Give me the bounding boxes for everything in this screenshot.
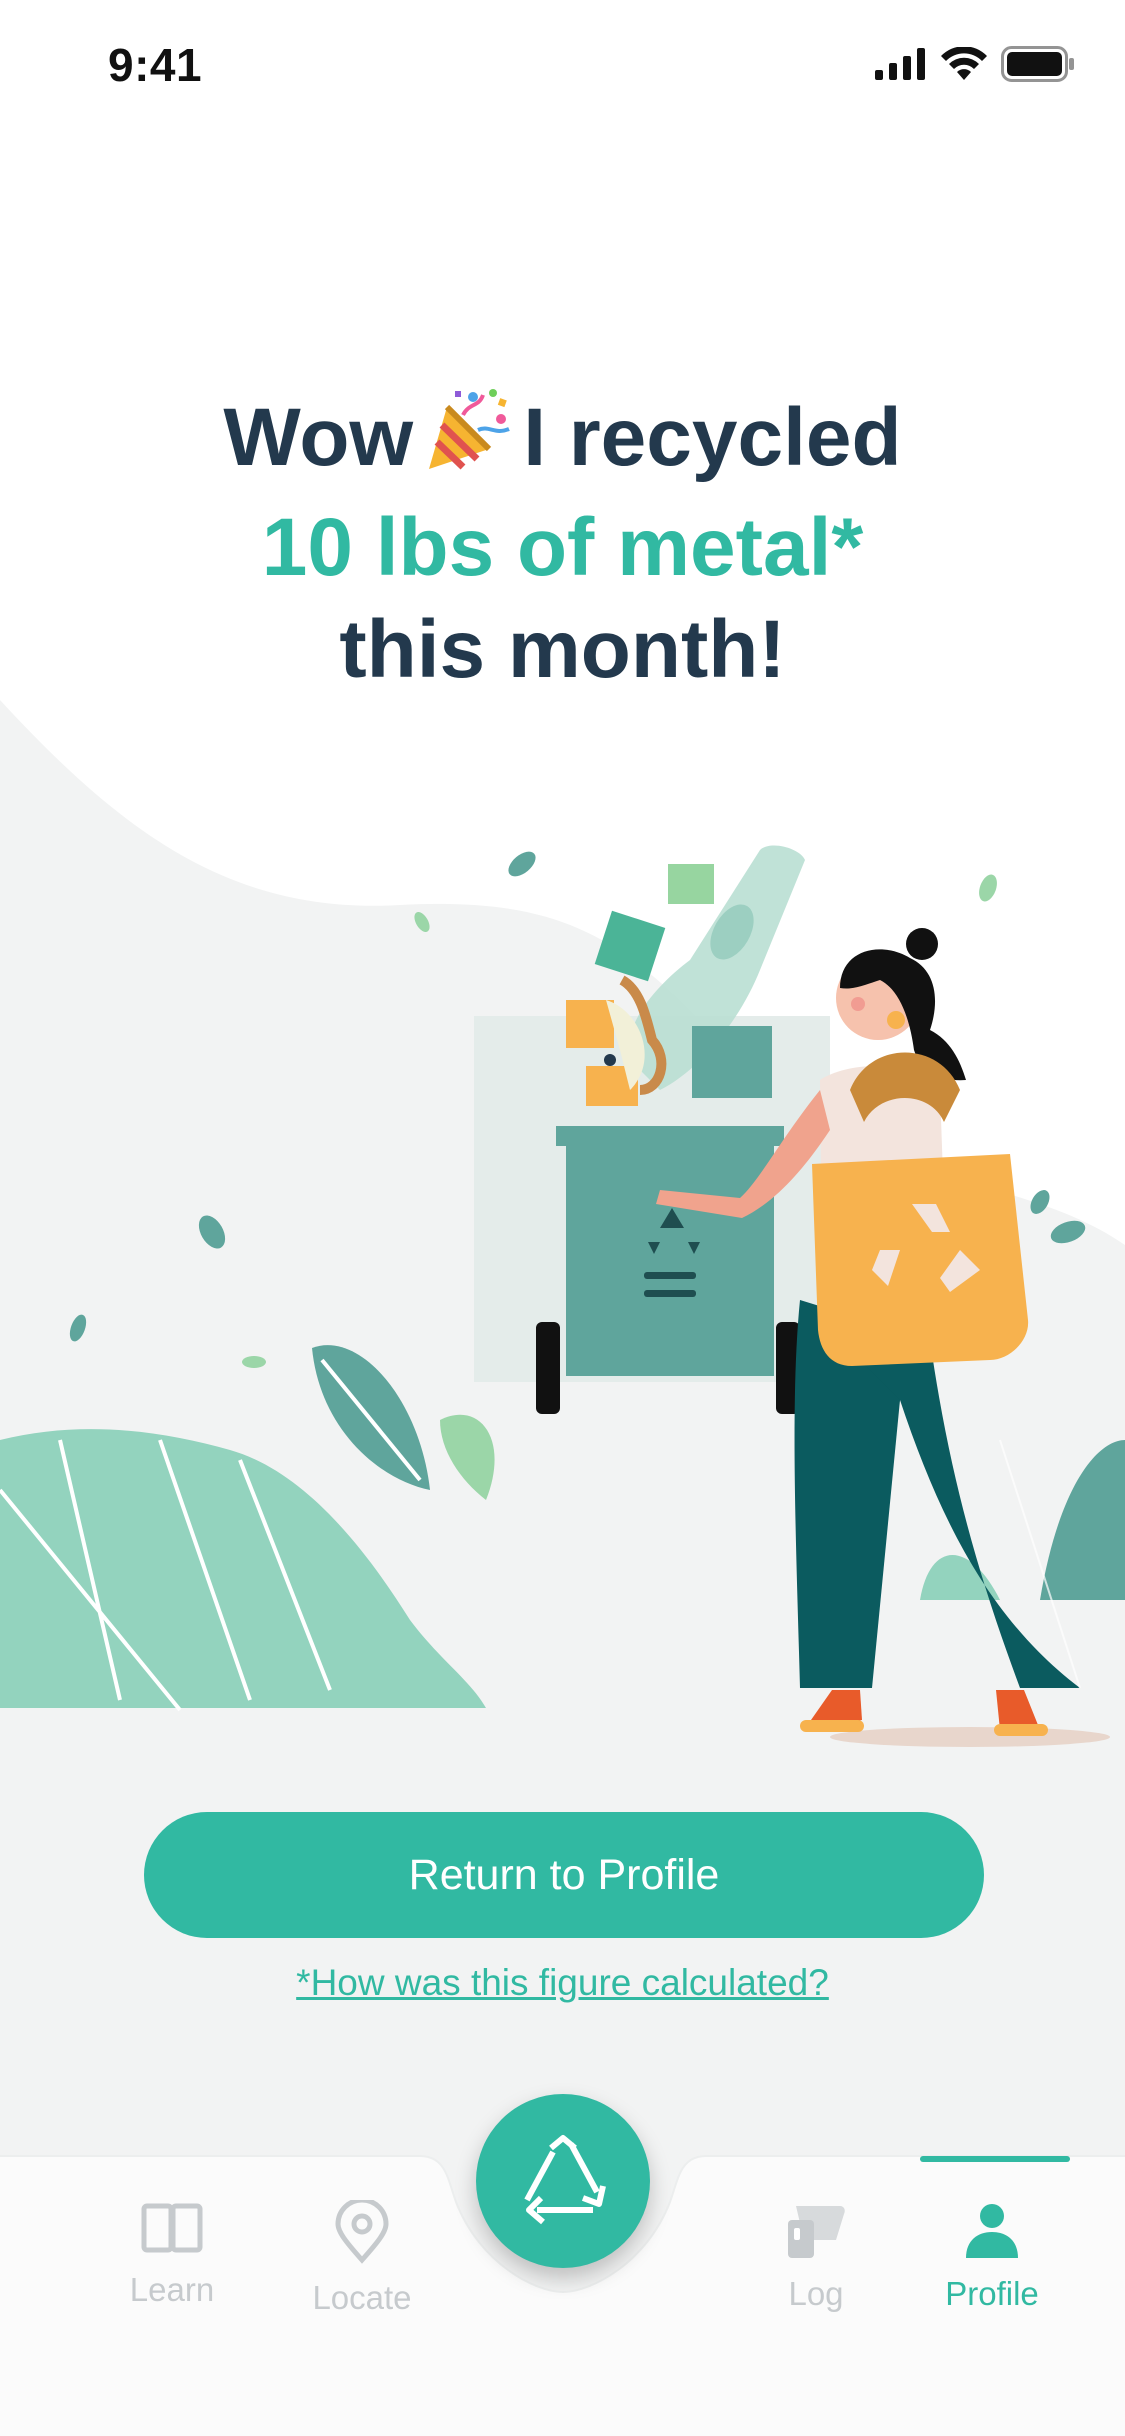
map-pin-icon [335, 2197, 389, 2264]
tab-log[interactable]: Log [726, 2200, 906, 2313]
left-foliage [0, 1345, 495, 1712]
status-icons [875, 46, 1075, 82]
return-to-profile-button[interactable]: Return to Profile [144, 1812, 984, 1938]
recycle-icon [524, 2135, 606, 2225]
battery-icon [1001, 46, 1074, 82]
tab-locate[interactable]: Locate [272, 2197, 452, 2317]
book-icon [141, 2203, 203, 2253]
flying-items [566, 845, 805, 1106]
tab-locate-label: Locate [312, 2279, 412, 2316]
tab-learn-label: Learn [129, 2271, 215, 2308]
recycling-bin [536, 1126, 800, 1414]
recycling-illustration [0, 845, 1125, 1747]
wifi-icon [941, 47, 987, 80]
person-icon [966, 2204, 1018, 2258]
headline-period: this month! [339, 604, 786, 695]
status-bar: 9:41 [0, 0, 1125, 132]
cellular-signal-icon [875, 48, 925, 80]
tab-log-label: Log [788, 2275, 844, 2312]
center-recycle-button[interactable] [476, 2094, 650, 2268]
tab-profile-label: Profile [945, 2275, 1039, 2312]
headline-recycled: I recycled [523, 392, 902, 483]
headline-wow: Wow [223, 392, 414, 483]
calculation-info-link[interactable]: *How was this figure calculated? [0, 1962, 1125, 2004]
log-icon [788, 2206, 845, 2258]
tab-learn[interactable]: Learn [82, 2200, 262, 2309]
status-time: 9:41 [108, 39, 203, 91]
party-popper-icon [423, 385, 513, 497]
achievement-headline: Wow I recycled 10 lbs of metal* this mon… [0, 385, 1125, 701]
headline-amount: 10 lbs of metal* [261, 502, 864, 593]
active-tab-indicator [920, 2156, 1070, 2162]
headline-line-1: Wow I recycled [0, 385, 1125, 497]
tab-profile[interactable]: Profile [902, 2200, 1082, 2313]
